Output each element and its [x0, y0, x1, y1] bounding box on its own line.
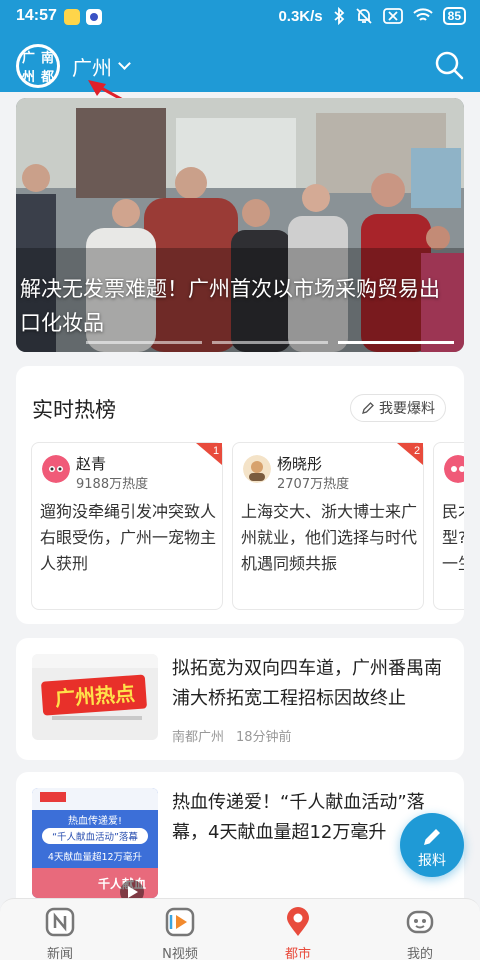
rank-badge: 2 [397, 443, 423, 465]
app-header: 14:57 0.3K/s 85 广 南 州 都 广州 [0, 0, 480, 92]
report-label: 我要爆料 [379, 401, 435, 417]
fab-label: 报料 [418, 853, 446, 869]
news-thumbnail: 广州热点 [32, 654, 158, 740]
city-selector[interactable]: 广州 [72, 52, 131, 81]
bluetooth-icon [334, 7, 344, 25]
profile-robot-icon [406, 910, 434, 934]
city-location-icon [287, 907, 309, 936]
battery-indicator: 85 [442, 7, 466, 25]
status-time: 14:57 [16, 7, 57, 24]
logo-char: 广 [21, 51, 35, 66]
notification-app-icon [86, 9, 102, 25]
news-title: 拟拓宽为双向四车道，广州番禺南浦大桥拓宽工程招标因故终止 [172, 658, 442, 709]
news-item[interactable]: 热血传递爱! “千人献血活动”落幕 4天献血量超12万毫升 千人献血 热血传递爱… [16, 772, 464, 912]
wifi-icon [412, 8, 433, 21]
net-speed: 0.3K/s [278, 7, 323, 25]
chevron-down-icon [118, 57, 131, 70]
tab-n-video[interactable]: N视频 [140, 905, 220, 960]
carousel-dot-active [338, 341, 454, 344]
logo-char: 州 [21, 70, 35, 85]
avatar [42, 455, 70, 483]
mute-icon [356, 8, 372, 24]
card-text: 遛狗没牵绳引发冲突致人右眼受伤，广州一宠物主人获刑 [40, 502, 217, 573]
video-icon [165, 907, 195, 937]
report-news-button[interactable]: 我要爆料 [350, 394, 446, 422]
tab-news[interactable]: 新闻 [20, 905, 100, 960]
card-heat: 2707万热度 [277, 477, 350, 492]
tab-label: N视频 [162, 947, 198, 960]
card-text: 上海交大、浙大博士来广州就业，他们选择与时代机遇同频共振 [241, 502, 418, 573]
status-bar: 14:57 0.3K/s 85 [0, 0, 480, 34]
thumb-line: “千人献血活动”落幕 [52, 831, 138, 843]
notification-app-icon [64, 9, 80, 25]
avatar [444, 455, 464, 483]
bottom-nav: 新闻 N视频 都市 我的 [0, 898, 480, 960]
report-fab-button[interactable]: 报料 [400, 813, 464, 877]
sim-disabled-icon [382, 8, 403, 24]
city-label: 广州 [72, 56, 112, 80]
carousel-dot [212, 341, 328, 344]
app-logo[interactable]: 广 南 州 都 [16, 44, 60, 88]
news-source: 南都广州 [172, 730, 225, 745]
svg-text:2: 2 [414, 445, 420, 457]
hot-card[interactable]: 2 杨晓彤 2707万热度 上海交大、浙大博士来广州就业，他们选择与时代机遇同频… [232, 442, 424, 610]
news-thumbnail: 热血传递爱! “千人献血活动”落幕 4天献血量超12万毫升 千人献血 [32, 788, 158, 898]
card-user-name: 赵青 [76, 455, 107, 473]
thumb-line: 4天献血量超12万毫升 [48, 851, 143, 863]
carousel-indicator [16, 341, 464, 344]
logo-char: 南 [40, 51, 54, 66]
search-icon[interactable] [432, 48, 466, 82]
logo-char: 都 [40, 70, 54, 85]
thumb-line: 热血传递爱! [68, 814, 122, 827]
news-time: 18分钟前 [236, 730, 292, 745]
tab-profile[interactable]: 我的 [380, 905, 460, 960]
avatar [243, 455, 271, 483]
card-text: 民才型?一生 [442, 502, 464, 573]
tab-label: 新闻 [46, 947, 73, 960]
svg-text:1: 1 [213, 445, 219, 457]
pencil-icon [362, 402, 374, 414]
card-user-name: 杨晓彤 [277, 455, 323, 473]
carousel-dot [86, 341, 202, 344]
tab-city[interactable]: 都市 [258, 905, 338, 960]
tab-label: 都市 [284, 947, 311, 960]
status-right: 0.3K/s 85 [278, 7, 466, 25]
tab-label: 我的 [406, 947, 433, 960]
news-meta: 南都广州 18分钟前 [172, 726, 292, 745]
hot-card[interactable]: 1 赵青 9188万热度 遛狗没牵绳引发冲突致人右眼受伤，广州一宠物主人获刑 [31, 442, 223, 610]
news-item[interactable]: 广州热点 拟拓宽为双向四车道，广州番禺南浦大桥拓宽工程招标因故终止 南都广州 1… [16, 638, 464, 760]
hot-card[interactable]: 民才型?一生 [433, 442, 464, 610]
news-icon [45, 907, 75, 937]
rank-badge: 1 [196, 443, 222, 465]
card-heat: 9188万热度 [76, 477, 149, 492]
hot-list-panel: 实时热榜 我要爆料 1 赵青 9188万热度 遛狗没牵绳引发冲突致人右眼受伤，广… [16, 366, 464, 624]
pencil-icon [424, 829, 440, 845]
hot-list-title: 实时热榜 [32, 398, 116, 422]
banner-title[interactable]: 解决无发票难题！广州首次以市场采购贸易出口化妆品 [20, 272, 440, 340]
